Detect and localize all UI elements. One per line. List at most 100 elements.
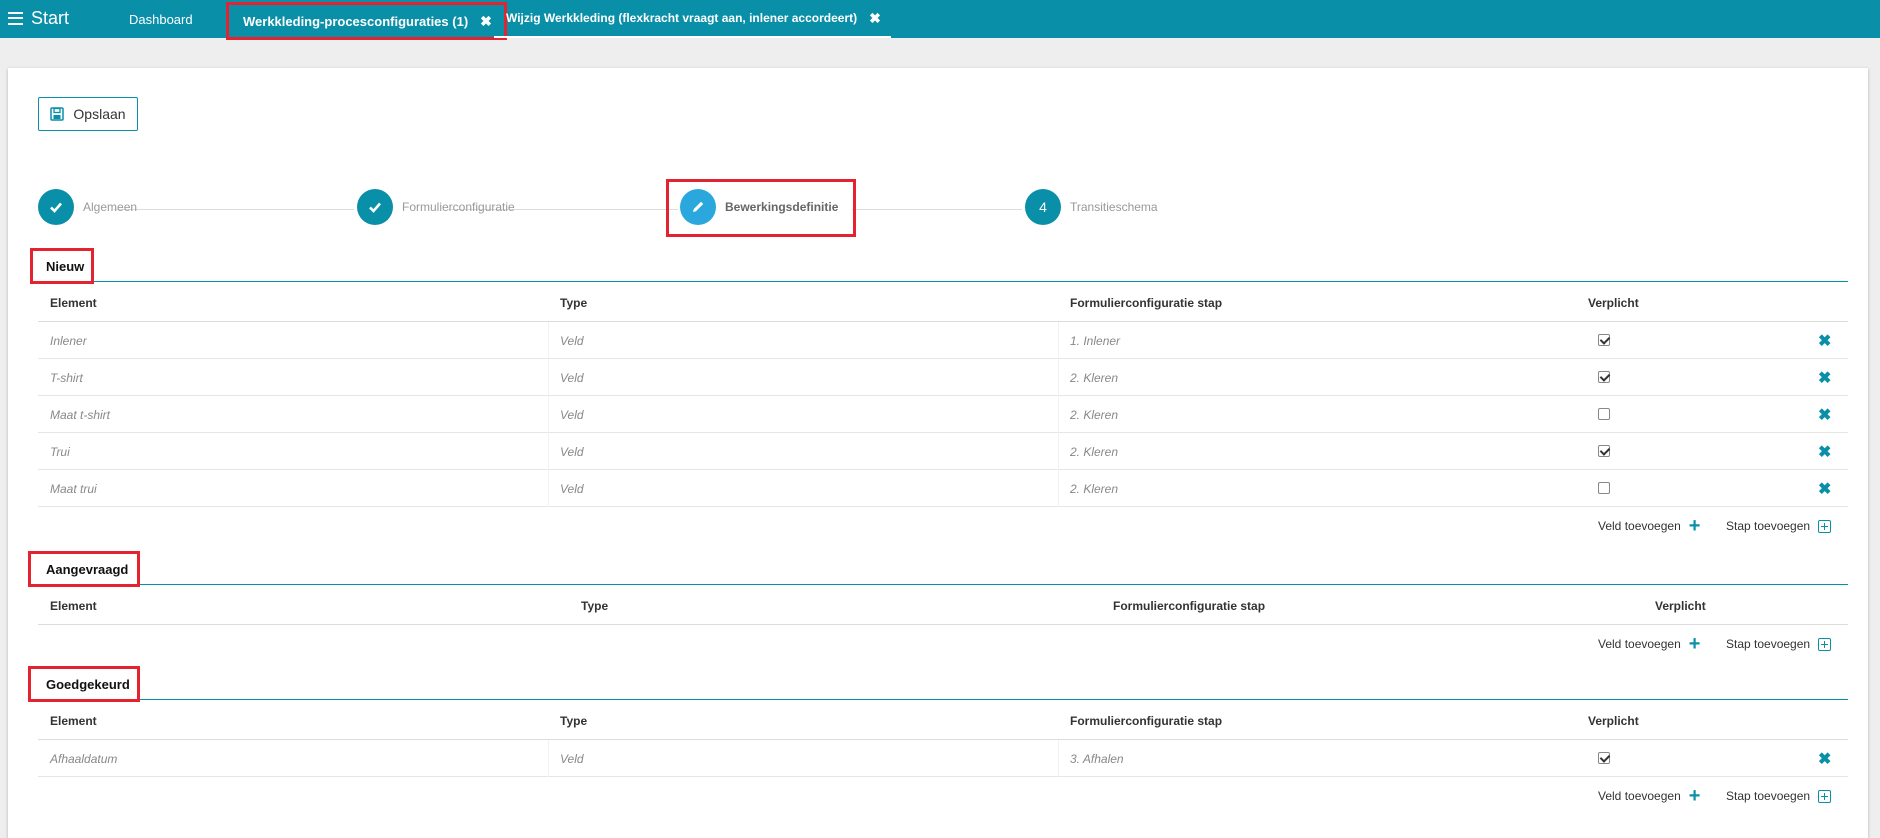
section-header: Goedgekeurd	[28, 666, 1848, 702]
section-actions: Veld toevoegen + Stap toevoegen	[38, 625, 1848, 665]
cell-stap: 2. Kleren	[1070, 445, 1119, 459]
section-header: Aangevraagd	[28, 551, 1848, 587]
tab-label: Dashboard	[129, 11, 193, 27]
tab-wijzig-werkkleding[interactable]: Wijzig Werkkleding (flexkracht vraagt aa…	[494, 0, 891, 38]
top-bar: Start Dashboard Werkkleding-procesconfig…	[0, 0, 1880, 40]
close-icon[interactable]: ✖	[869, 10, 881, 27]
table-row: Afhaaldatum Veld 3. Afhalen ✖	[38, 740, 1848, 777]
step-formulierconfiguratie[interactable]: Formulierconfiguratie	[357, 189, 515, 225]
step-label: Bewerkingsdefinitie	[725, 200, 839, 214]
column-type: Type	[560, 714, 588, 728]
checkmark-icon	[38, 189, 74, 225]
plus-icon: +	[1688, 785, 1701, 807]
add-step-button[interactable]: Stap toevoegen	[1726, 519, 1832, 533]
add-field-label: Veld toevoegen	[1598, 519, 1681, 533]
add-field-button[interactable]: Veld toevoegen +	[1598, 515, 1701, 537]
step-transitieschema[interactable]: 4 Transitieschema	[1025, 189, 1158, 225]
divider	[548, 433, 549, 470]
delete-icon[interactable]: ✖	[1818, 331, 1831, 351]
section-actions: Veld toevoegen + Stap toevoegen	[38, 507, 1848, 547]
add-field-label: Veld toevoegen	[1598, 637, 1681, 651]
step-bewerkingsdefinitie[interactable]: Bewerkingsdefinitie	[680, 189, 838, 225]
section-aangevraagd: Aangevraagd Element Type Formulierconfig…	[28, 551, 1848, 665]
cell-type: Veld	[560, 408, 584, 422]
add-field-button[interactable]: Veld toevoegen +	[1598, 785, 1701, 807]
table-row: Maat trui Veld 2. Kleren ✖	[38, 470, 1848, 507]
divider	[548, 322, 549, 359]
column-element: Element	[50, 714, 97, 728]
verplicht-checkbox[interactable]	[1598, 334, 1610, 346]
column-type: Type	[581, 599, 609, 613]
column-stap: Formulierconfiguratie stap	[1070, 714, 1223, 728]
divider	[1058, 396, 1059, 433]
column-element: Element	[50, 296, 97, 310]
table-header: Element Type Formulierconfiguratie stap …	[38, 700, 1848, 740]
add-step-button[interactable]: Stap toevoegen	[1726, 637, 1832, 651]
verplicht-checkbox[interactable]	[1598, 445, 1610, 457]
plus-icon: +	[1688, 515, 1701, 537]
cell-element: Maat t-shirt	[50, 408, 111, 422]
add-field-label: Veld toevoegen	[1598, 789, 1681, 803]
delete-icon[interactable]: ✖	[1818, 749, 1831, 769]
divider	[548, 396, 549, 433]
pencil-icon	[680, 189, 716, 225]
cell-stap: 2. Kleren	[1070, 371, 1119, 385]
cell-stap: 3. Afhalen	[1070, 752, 1124, 766]
save-label: Opslaan	[73, 106, 126, 122]
cell-stap: 1. Inlener	[1070, 334, 1121, 348]
add-step-label: Stap toevoegen	[1726, 519, 1811, 533]
add-step-button[interactable]: Stap toevoegen	[1726, 789, 1832, 803]
step-connector	[114, 209, 354, 210]
start-label: Start	[31, 7, 70, 28]
delete-icon[interactable]: ✖	[1818, 368, 1831, 388]
start-menu-button[interactable]: Start	[8, 7, 69, 29]
verplicht-checkbox[interactable]	[1598, 371, 1610, 383]
cell-stap: 2. Kleren	[1070, 482, 1119, 496]
tab-werkkleding-procesconfiguraties[interactable]: Werkkleding-procesconfiguraties (1) ✖	[226, 2, 507, 40]
plus-icon: +	[1688, 633, 1701, 655]
delete-icon[interactable]: ✖	[1818, 442, 1831, 462]
step-label: Transitieschema	[1070, 200, 1158, 214]
cell-type: Veld	[560, 445, 584, 459]
step-number: 4	[1025, 189, 1061, 225]
cell-element: Maat trui	[50, 482, 97, 496]
hamburger-icon	[8, 11, 23, 25]
section-title: Aangevraagd	[46, 562, 129, 577]
step-label: Formulierconfiguratie	[402, 200, 515, 214]
plus-square-icon	[1818, 637, 1832, 651]
delete-icon[interactable]: ✖	[1818, 479, 1831, 499]
add-step-label: Stap toevoegen	[1726, 637, 1811, 651]
section-actions: Veld toevoegen + Stap toevoegen	[38, 777, 1848, 817]
table-row: Trui Veld 2. Kleren ✖	[38, 433, 1848, 470]
save-button[interactable]: Opslaan	[38, 97, 138, 131]
column-stap: Formulierconfiguratie stap	[1070, 296, 1223, 310]
section-title: Nieuw	[46, 259, 85, 274]
add-field-button[interactable]: Veld toevoegen +	[1598, 633, 1701, 655]
delete-icon[interactable]: ✖	[1818, 405, 1831, 425]
table-header: Element Type Formulierconfiguratie stap …	[38, 282, 1848, 322]
close-icon[interactable]: ✖	[480, 13, 492, 30]
checkmark-icon	[357, 189, 393, 225]
column-verplicht: Verplicht	[1655, 599, 1706, 613]
cell-element: Trui	[50, 445, 70, 459]
verplicht-checkbox[interactable]	[1598, 482, 1610, 494]
divider	[548, 359, 549, 396]
tab-dashboard[interactable]: Dashboard	[129, 0, 193, 38]
column-verplicht: Verplicht	[1588, 296, 1639, 310]
column-stap: Formulierconfiguratie stap	[1113, 599, 1266, 613]
plus-square-icon	[1818, 789, 1832, 803]
cell-element: Inlener	[50, 334, 87, 348]
table-row: Inlener Veld 1. Inlener ✖	[38, 322, 1848, 359]
cell-stap: 2. Kleren	[1070, 408, 1119, 422]
cell-type: Veld	[560, 752, 584, 766]
step-connector	[852, 209, 1022, 210]
table-row: Maat t-shirt Veld 2. Kleren ✖	[38, 396, 1848, 433]
floppy-disk-icon	[50, 107, 65, 121]
verplicht-checkbox[interactable]	[1598, 408, 1610, 420]
verplicht-checkbox[interactable]	[1598, 752, 1610, 764]
divider	[1058, 470, 1059, 507]
cell-type: Veld	[560, 482, 584, 496]
column-type: Type	[560, 296, 588, 310]
step-algemeen[interactable]: Algemeen	[38, 189, 137, 225]
plus-square-icon	[1818, 519, 1832, 533]
